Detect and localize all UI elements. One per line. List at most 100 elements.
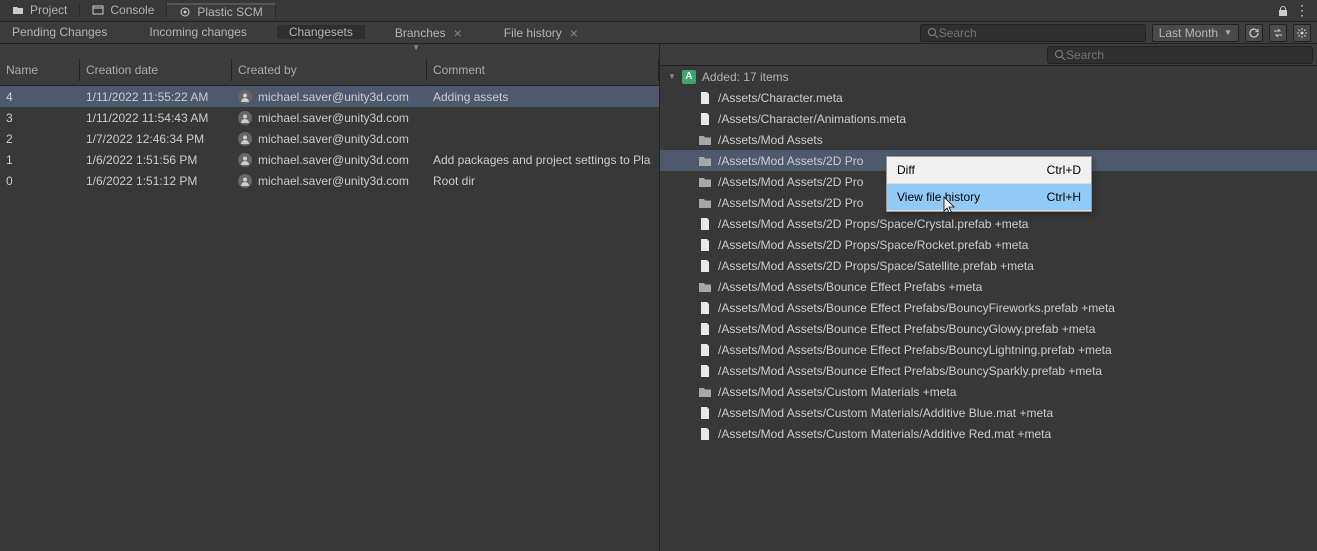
changeset-row[interactable]: 11/6/2022 1:51:56 PMmichael.saver@unity3… [0, 149, 659, 170]
cell-by: michael.saver@unity3d.com [232, 153, 427, 167]
avatar-icon [238, 153, 252, 167]
context-item-view-file-history[interactable]: View file history Ctrl+H [887, 184, 1091, 211]
sub-tab-label: File history [504, 26, 562, 40]
sub-tab-branches[interactable]: Branches× [383, 25, 474, 41]
sub-tab-incoming-changes[interactable]: Incoming changes [137, 25, 258, 39]
refresh-button[interactable] [1245, 24, 1263, 42]
folder-icon [698, 385, 712, 399]
close-icon[interactable]: × [570, 25, 578, 41]
file-item[interactable]: /Assets/Mod Assets/Bounce Effect Prefabs… [660, 360, 1317, 381]
folder-icon [698, 196, 712, 210]
cell-comment: Adding assets [427, 90, 659, 104]
file-item[interactable]: /Assets/Mod Assets/Bounce Effect Prefabs… [660, 339, 1317, 360]
file-path: /Assets/Mod Assets/2D Props/Space/Crysta… [718, 217, 1028, 231]
top-tab-project[interactable]: Project [0, 3, 80, 17]
file-path: /Assets/Mod Assets/Bounce Effect Prefabs… [718, 364, 1102, 378]
file-path: /Assets/Mod Assets/2D Pro [718, 196, 863, 210]
tab-label: Console [110, 3, 154, 17]
added-badge: A [682, 70, 696, 84]
file-path: /Assets/Mod Assets/2D Pro [718, 175, 863, 189]
changeset-row[interactable]: 41/11/2022 11:55:22 AMmichael.saver@unit… [0, 86, 659, 107]
search-box[interactable] [920, 24, 1146, 42]
file-path: /Assets/Mod Assets/Custom Materials +met… [718, 385, 956, 399]
files-pane: ▼ A Added: 17 items /Assets/Character.me… [660, 44, 1317, 551]
context-shortcut: Ctrl+H [1047, 190, 1081, 204]
changeset-row[interactable]: 31/11/2022 11:54:43 AMmichael.saver@unit… [0, 107, 659, 128]
cell-date: 1/6/2022 1:51:12 PM [80, 174, 232, 188]
file-icon [698, 259, 712, 273]
period-dropdown[interactable]: Last Month ▼ [1152, 24, 1239, 42]
cell-by: michael.saver@unity3d.com [232, 90, 427, 104]
file-item[interactable]: /Assets/Mod Assets/2D Props/Space/Crysta… [660, 213, 1317, 234]
file-path: /Assets/Mod Assets/Bounce Effect Prefabs… [718, 280, 982, 294]
top-tab-bar: Project Console Plastic SCM ⋮ [0, 0, 1317, 22]
th-by[interactable]: Created by▼ [232, 59, 427, 81]
cell-id: 1 [0, 153, 80, 167]
lock-icon[interactable] [1277, 5, 1289, 17]
added-group[interactable]: ▼ A Added: 17 items [660, 66, 1317, 87]
folder-icon [12, 4, 24, 16]
close-icon[interactable]: × [454, 25, 462, 41]
sub-tab-file-history[interactable]: File history × [492, 25, 590, 41]
context-shortcut: Ctrl+D [1047, 163, 1081, 177]
file-icon [698, 427, 712, 441]
cell-date: 1/7/2022 12:46:34 PM [80, 132, 232, 146]
file-path: /Assets/Mod Assets/Custom Materials/Addi… [718, 406, 1053, 420]
file-item[interactable]: /Assets/Mod Assets/Bounce Effect Prefabs… [660, 276, 1317, 297]
file-item[interactable]: /Assets/Mod Assets/Custom Materials +met… [660, 381, 1317, 402]
file-item[interactable]: /Assets/Mod Assets/Custom Materials/Addi… [660, 402, 1317, 423]
cell-date: 1/11/2022 11:54:43 AM [80, 111, 232, 125]
top-tab-plastic-scm[interactable]: Plastic SCM [167, 3, 275, 19]
file-item[interactable]: /Assets/Mod Assets/Bounce Effect Prefabs… [660, 297, 1317, 318]
file-icon [698, 343, 712, 357]
file-item[interactable]: /Assets/Mod Assets/Bounce Effect Prefabs… [660, 318, 1317, 339]
search-input[interactable] [939, 26, 1139, 40]
th-name[interactable]: Name [0, 59, 80, 81]
cell-by: michael.saver@unity3d.com [232, 174, 427, 188]
expander-icon[interactable]: ▼ [668, 72, 676, 81]
file-icon [698, 91, 712, 105]
sub-tab-pending-changes[interactable]: Pending Changes [0, 25, 119, 39]
file-icon [698, 406, 712, 420]
file-item[interactable]: /Assets/Mod Assets [660, 129, 1317, 150]
sub-tab-changesets[interactable]: Changesets [277, 25, 365, 39]
swap-button[interactable] [1269, 24, 1287, 42]
sub-tab-bar: Pending Changes Incoming changes Changeset… [0, 22, 1317, 44]
main-area: Name Creation date Created by▼ Comment 4… [0, 44, 1317, 551]
right-search-box[interactable] [1047, 46, 1313, 64]
th-date[interactable]: Creation date [80, 59, 232, 81]
avatar-icon [238, 174, 252, 188]
context-menu: DiffCtrl+D View file history Ctrl+H [886, 156, 1092, 212]
cell-comment: Root dir [427, 174, 659, 188]
file-path: /Assets/Mod Assets/2D Props/Space/Satell… [718, 259, 1034, 273]
console-icon [92, 4, 104, 16]
file-item[interactable]: /Assets/Character/Animations.meta [660, 108, 1317, 129]
right-search-input[interactable] [1066, 48, 1306, 62]
folder-icon [698, 154, 712, 168]
settings-button[interactable] [1293, 24, 1311, 42]
cell-date: 1/6/2022 1:51:56 PM [80, 153, 232, 167]
tab-label: Project [30, 3, 67, 17]
context-label: View file history [897, 190, 980, 204]
sub-tab-label: Changesets [289, 25, 353, 39]
context-item-diff[interactable]: DiffCtrl+D [887, 157, 1091, 184]
added-label: Added: 17 items [702, 70, 789, 84]
file-item[interactable]: /Assets/Mod Assets/2D Props/Space/Rocket… [660, 234, 1317, 255]
cell-id: 2 [0, 132, 80, 146]
right-header [660, 44, 1317, 66]
file-item[interactable]: /Assets/Mod Assets/Custom Materials/Addi… [660, 423, 1317, 444]
file-path: /Assets/Mod Assets/Custom Materials/Addi… [718, 427, 1051, 441]
file-item[interactable]: /Assets/Character.meta [660, 87, 1317, 108]
file-path: /Assets/Mod Assets [718, 133, 823, 147]
sub-tab-label: Incoming changes [149, 25, 246, 39]
top-tab-console[interactable]: Console [80, 3, 167, 17]
file-path: /Assets/Character.meta [718, 91, 843, 105]
file-icon [698, 364, 712, 378]
cell-by: michael.saver@unity3d.com [232, 111, 427, 125]
changeset-row[interactable]: 21/7/2022 12:46:34 PMmichael.saver@unity… [0, 128, 659, 149]
file-item[interactable]: /Assets/Mod Assets/2D Props/Space/Satell… [660, 255, 1317, 276]
folder-icon [698, 175, 712, 189]
kebab-icon[interactable]: ⋮ [1295, 2, 1309, 19]
th-comment[interactable]: Comment [427, 59, 659, 81]
changeset-row[interactable]: 01/6/2022 1:51:12 PMmichael.saver@unity3… [0, 170, 659, 191]
